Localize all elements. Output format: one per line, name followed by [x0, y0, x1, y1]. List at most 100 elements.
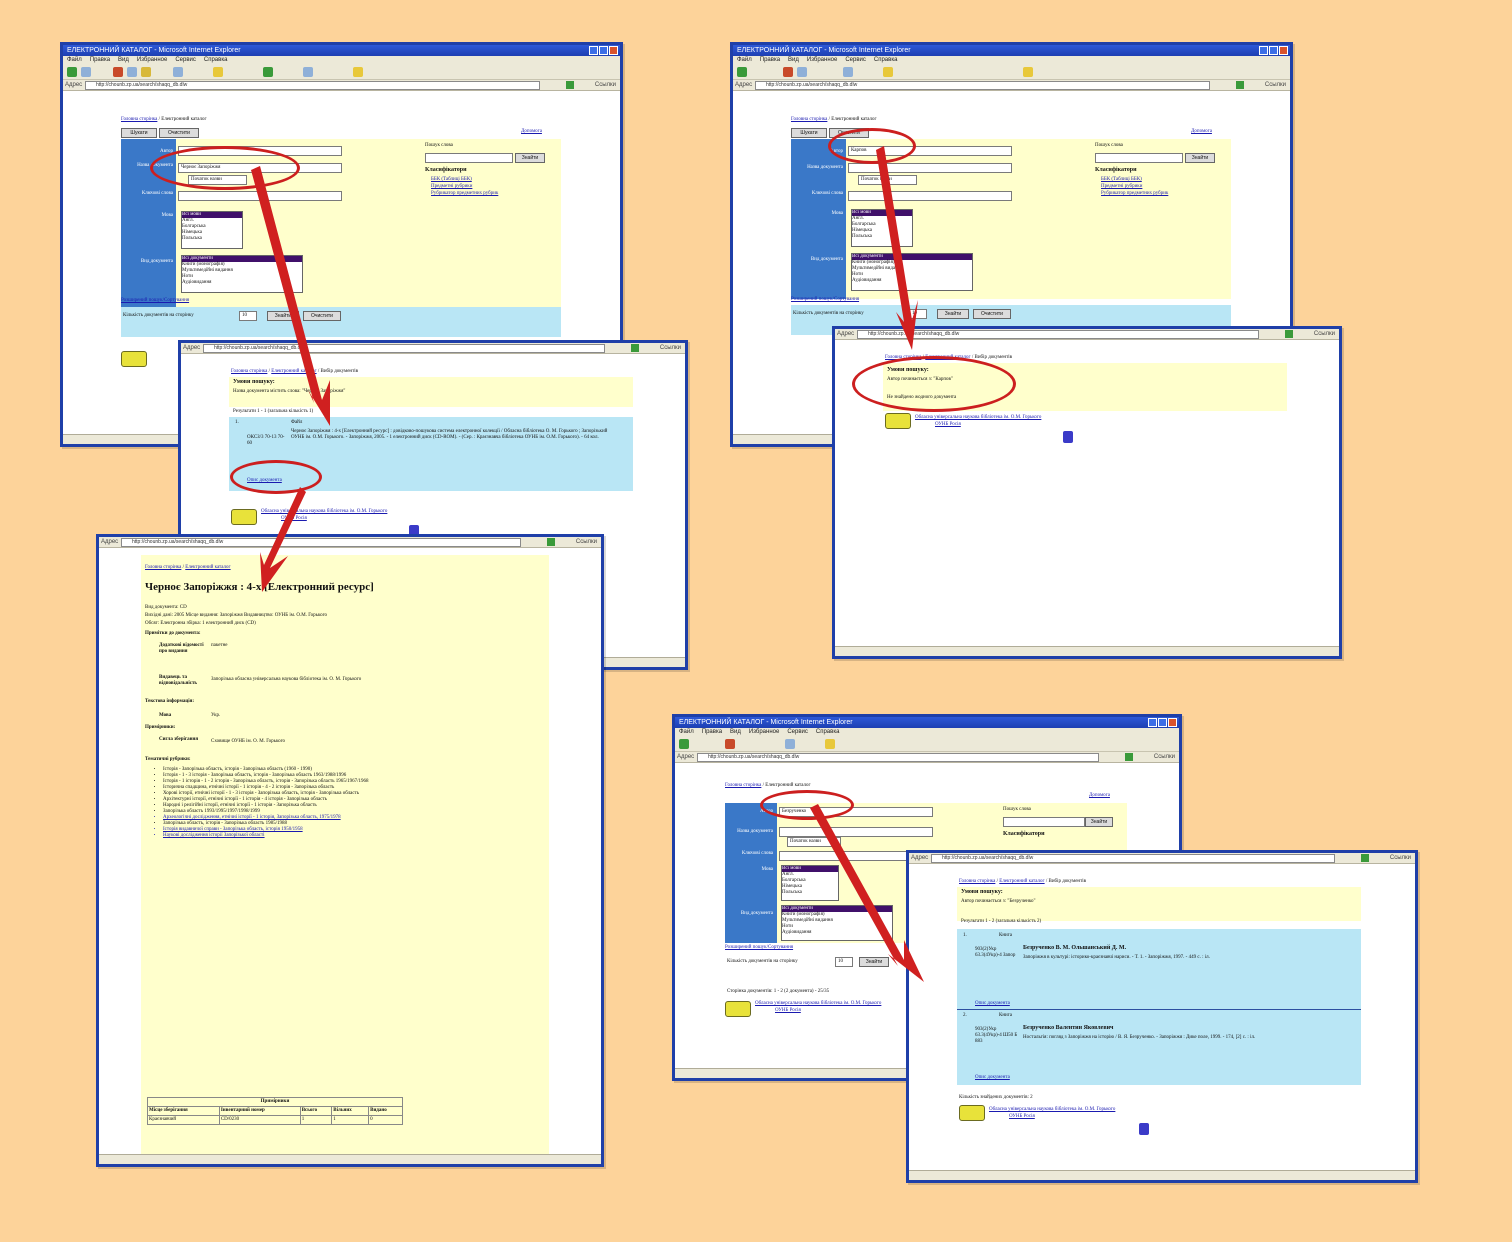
footer-link[interactable]: ОУНБ Росія — [1009, 1114, 1035, 1120]
menu-file[interactable]: Файл — [67, 57, 82, 63]
extended-search-link[interactable]: Розширений пошук/Сортування — [121, 298, 189, 304]
minimize-icon[interactable] — [1259, 46, 1268, 55]
word-search-input[interactable] — [1095, 153, 1183, 163]
minimize-icon[interactable] — [1148, 718, 1157, 727]
title-mode-select[interactable]: Початок назви — [787, 837, 841, 847]
word-search-button[interactable]: Знайти — [1185, 153, 1215, 163]
back-icon[interactable] — [737, 67, 747, 77]
menu-tools[interactable]: Сервис — [787, 729, 808, 735]
word-search-button[interactable]: Знайти — [515, 153, 545, 163]
home-icon[interactable] — [141, 67, 151, 77]
menu-edit[interactable]: Правка — [90, 57, 110, 63]
footer-link[interactable]: Обласна універсальна наукова бібліотека … — [989, 1107, 1115, 1113]
per-page-select[interactable]: 10 — [239, 311, 257, 321]
favorites-icon[interactable] — [825, 739, 835, 749]
go-icon[interactable] — [631, 344, 639, 352]
menu-favorites[interactable]: Избранное — [137, 57, 167, 63]
address-input[interactable]: http://chounb.zp.ua/search/shaqq_db.dlw — [755, 81, 1210, 90]
keywords-input[interactable] — [178, 191, 342, 201]
submit-button[interactable]: Знайти — [267, 311, 299, 321]
language-listbox[interactable]: Всі мови Англ. Болгарська Німецька Польська — [181, 211, 243, 249]
go-icon[interactable] — [566, 81, 574, 89]
menu-favorites[interactable]: Избранное — [749, 729, 779, 735]
title-input[interactable] — [779, 827, 933, 837]
menu-edit[interactable]: Правка — [702, 729, 722, 735]
doctype-listbox[interactable]: Всі документи Книги (монографія) Мультимед… — [781, 905, 893, 941]
reset-button[interactable]: Очистити — [973, 309, 1011, 319]
address-input[interactable]: http://chounb.zp.ua/search/shaqq_db.dlw — [203, 344, 605, 353]
menu-file[interactable]: Файл — [679, 729, 694, 735]
menu-favorites[interactable]: Избранное — [807, 57, 837, 63]
per-page-select[interactable]: 10 — [909, 309, 927, 319]
search-icon[interactable] — [785, 739, 795, 749]
per-page-select[interactable]: 10 — [835, 957, 853, 967]
address-input[interactable]: http://chounb.zp.ua/search/shaqq_db.dlw — [931, 854, 1335, 863]
footer-link[interactable]: Обласна універсальна наукова бібліотека … — [261, 509, 387, 515]
menu-edit[interactable]: Правка — [760, 57, 780, 63]
close-icon[interactable] — [609, 46, 618, 55]
menu-tools[interactable]: Сервис — [845, 57, 866, 63]
submit-button[interactable]: Знайти — [859, 957, 889, 967]
go-icon[interactable] — [547, 538, 555, 546]
footer-link[interactable]: ОУНБ Росія — [281, 516, 307, 522]
maximize-icon[interactable] — [1269, 46, 1278, 55]
folder-icon[interactable] — [353, 67, 363, 77]
classifier-link[interactable]: Рубрикатор предметних рубрик — [431, 191, 498, 197]
search-icon[interactable] — [843, 67, 853, 77]
stop-icon[interactable] — [783, 67, 793, 77]
search-tab[interactable]: Шукати — [121, 128, 157, 138]
doctype-listbox[interactable]: Всі документи Книги (монографія) Мультимед… — [181, 255, 303, 293]
doctype-listbox[interactable]: Всі документи Книги (монографія) Мультимед… — [851, 253, 973, 291]
help-link[interactable]: Допомога — [521, 129, 542, 135]
go-icon[interactable] — [1361, 854, 1369, 862]
word-search-button[interactable]: Знайти — [1085, 817, 1113, 827]
close-icon[interactable] — [1279, 46, 1288, 55]
go-icon[interactable] — [1125, 753, 1133, 761]
menu-view[interactable]: Вид — [730, 729, 741, 735]
search-icon[interactable] — [173, 67, 183, 77]
media-icon[interactable] — [263, 67, 273, 77]
word-search-input[interactable] — [425, 153, 513, 163]
folder-icon[interactable] — [1023, 67, 1033, 77]
extended-search-link[interactable]: Розширений пошук/Сортування — [725, 945, 793, 951]
stop-icon[interactable] — [725, 739, 735, 749]
close-icon[interactable] — [1168, 718, 1177, 727]
classifier-link[interactable]: ББК (Таблиці ББК) — [1101, 177, 1142, 183]
classifier-link[interactable]: Предметні рубрики — [1101, 184, 1142, 190]
menu-help[interactable]: Справка — [874, 57, 898, 63]
details-link[interactable]: Опис документа — [975, 1001, 1010, 1007]
help-link[interactable]: Допомога — [1089, 793, 1110, 799]
refresh-icon[interactable] — [127, 67, 137, 77]
footer-link[interactable]: ОУНБ Росія — [935, 422, 961, 428]
list-item[interactable]: Наукові дослідження історії Запорізької … — [163, 833, 553, 839]
menu-help[interactable]: Справка — [204, 57, 228, 63]
favorites-icon[interactable] — [213, 67, 223, 77]
menu-tools[interactable]: Сервис — [175, 57, 196, 63]
extended-search-link[interactable]: Розширений пошук/Сортування — [791, 297, 859, 303]
maximize-icon[interactable] — [599, 46, 608, 55]
maximize-icon[interactable] — [1158, 718, 1167, 727]
classifier-link[interactable]: Рубрикатор предметних рубрик — [1101, 191, 1168, 197]
footer-link[interactable]: ОУНБ Росія — [775, 1008, 801, 1014]
keywords-input[interactable] — [848, 191, 1012, 201]
back-icon[interactable] — [67, 67, 77, 77]
search-tab[interactable]: Шукати — [791, 128, 827, 138]
menu-view[interactable]: Вид — [788, 57, 799, 63]
back-icon[interactable] — [679, 739, 689, 749]
title-mode-select[interactable]: Початок назви — [858, 175, 917, 185]
language-listbox[interactable]: Всі мови Англ. Болгарська Німецька Польська — [781, 865, 839, 901]
language-listbox[interactable]: Всі мови Англ. Болгарська Німецька Польська — [851, 209, 913, 247]
stop-icon[interactable] — [113, 67, 123, 77]
refresh-icon[interactable] — [797, 67, 807, 77]
title-input[interactable] — [848, 163, 1012, 173]
menu-view[interactable]: Вид — [118, 57, 129, 63]
details-link[interactable]: Опис документа — [975, 1075, 1010, 1081]
mail-icon[interactable] — [303, 67, 313, 77]
footer-link[interactable]: Обласна універсальна наукова бібліотека … — [915, 415, 1041, 421]
go-icon[interactable] — [1236, 81, 1244, 89]
reset-button[interactable]: Очистити — [303, 311, 341, 321]
classifier-link[interactable]: ББК (Таблиці ББК) — [431, 177, 472, 183]
word-search-input[interactable] — [1003, 817, 1085, 827]
favorites-icon[interactable] — [883, 67, 893, 77]
help-link[interactable]: Допомога — [1191, 129, 1212, 135]
